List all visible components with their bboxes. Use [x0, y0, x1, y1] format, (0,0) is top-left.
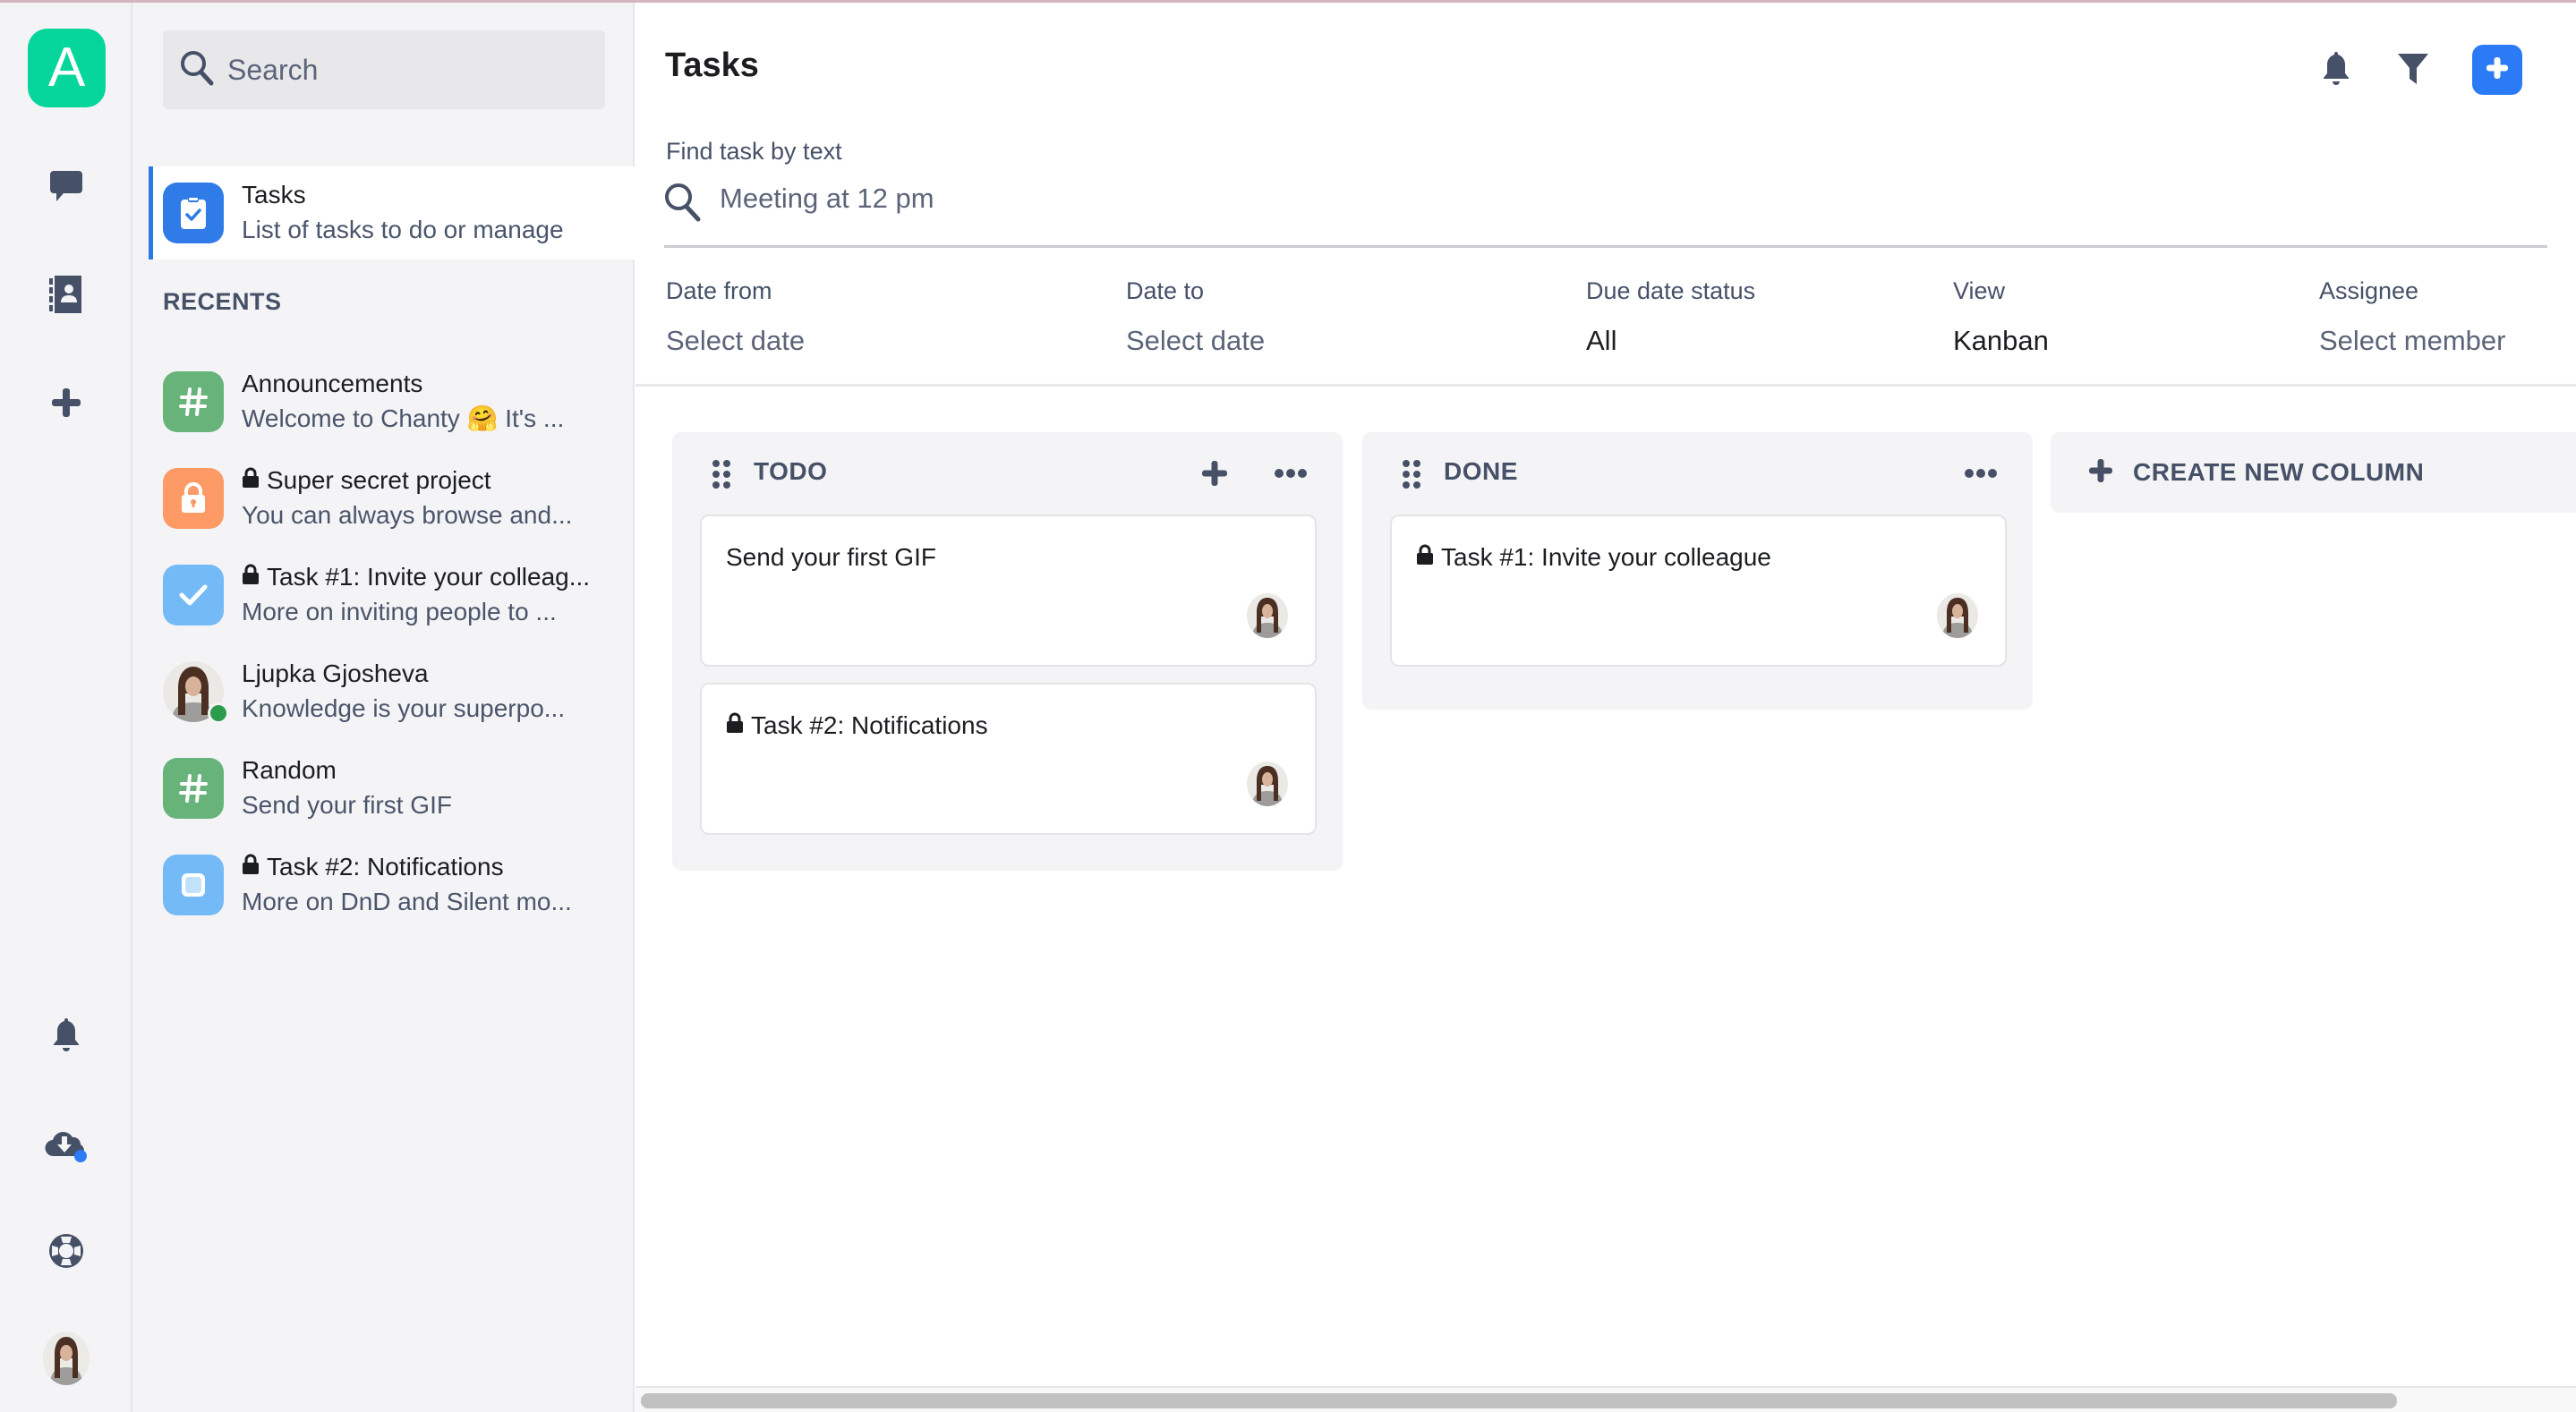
- filter-value[interactable]: Select date: [1126, 325, 1265, 357]
- recent-item-super-secret-project[interactable]: Super secret project You can always brow…: [163, 450, 628, 547]
- recent-title: Ljupka Gjosheva: [242, 659, 429, 687]
- recent-item-ljupka-gjosheva[interactable]: Ljupka Gjosheva Knowledge is your superp…: [163, 643, 628, 740]
- left-rail: A: [0, 0, 132, 1412]
- avatar: [163, 661, 229, 724]
- recent-subtitle: More on inviting people to ...: [242, 598, 557, 625]
- filter-icon[interactable]: [2386, 42, 2440, 96]
- online-status-dot: [208, 702, 229, 724]
- recent-item-task-1[interactable]: Task #1: Invite your colleag... More on …: [163, 547, 628, 643]
- assignee-avatar: [1247, 761, 1288, 806]
- lock-icon: [163, 468, 224, 529]
- task-card-title: Send your first GIF: [726, 543, 936, 571]
- hash-icon: [163, 758, 224, 819]
- workspace-logo[interactable]: A: [28, 29, 106, 107]
- recent-title: Announcements: [242, 370, 423, 397]
- recent-item-random[interactable]: Random Send your first GIF: [163, 740, 628, 837]
- filter-label: Date to: [1126, 277, 1205, 304]
- find-task-label: Find task by text: [666, 138, 842, 165]
- recents-heading: RECENTS: [163, 288, 282, 315]
- sidebar-item-subtitle: List of tasks to do or manage: [242, 216, 564, 243]
- task-card[interactable]: Task #1: Invite your colleague: [1390, 515, 2007, 667]
- profile-avatar[interactable]: [43, 1331, 90, 1385]
- add-icon[interactable]: [39, 376, 93, 430]
- horizontal-scrollbar[interactable]: [635, 1386, 2576, 1412]
- task-card[interactable]: Send your first GIF: [700, 515, 1317, 667]
- lifebuoy-icon[interactable]: [39, 1224, 93, 1278]
- filters-bar: Date from Select date Date to Select dat…: [635, 277, 2576, 387]
- filter-label: Due date status: [1586, 277, 1756, 304]
- find-task-input[interactable]: [720, 183, 1615, 215]
- drag-handle-icon[interactable]: [1402, 459, 1421, 494]
- recent-subtitle: Send your first GIF: [242, 791, 452, 819]
- scrollbar-thumb[interactable]: [641, 1393, 2397, 1408]
- filter-value[interactable]: Kanban: [1953, 325, 2049, 357]
- square-icon: [163, 855, 224, 915]
- sidebar: Tasks List of tasks to do or manage RECE…: [132, 0, 635, 1412]
- recent-title: Super secret project: [267, 466, 491, 494]
- search-icon: [179, 49, 215, 91]
- recents-list: Announcements Welcome to Chanty 🤗 It's .…: [163, 353, 628, 933]
- kanban-column-done: DONE Task #1: Invite your colleague: [1362, 432, 2033, 710]
- task-card[interactable]: Task #2: Notifications: [700, 683, 1317, 835]
- recent-item-task-2[interactable]: Task #2: Notifications More on DnD and S…: [163, 837, 628, 933]
- recent-subtitle: Knowledge is your superpo...: [242, 694, 566, 722]
- sidebar-item-tasks[interactable]: Tasks List of tasks to do or manage: [149, 166, 635, 259]
- create-new-column-label: CREATE NEW COLUMN: [2133, 458, 2425, 486]
- search-input[interactable]: [227, 53, 567, 87]
- recent-title: Task #2: Notifications: [267, 853, 504, 880]
- column-title: DONE: [1444, 457, 1518, 485]
- filter-value[interactable]: Select date: [666, 325, 805, 357]
- cloud-download-icon[interactable]: [39, 1119, 93, 1172]
- drag-handle-icon[interactable]: [712, 459, 731, 494]
- column-more-button[interactable]: [1958, 455, 2003, 491]
- plus-icon: [2485, 55, 2510, 85]
- filter-value[interactable]: All: [1586, 325, 1755, 357]
- kanban-column-todo: TODO Send your first GIF Task #2: Notifi…: [672, 432, 1343, 871]
- plus-icon: [2088, 458, 2113, 488]
- filter-value[interactable]: Select member: [2319, 325, 2505, 357]
- lock-icon: [1416, 543, 1434, 572]
- task-card-title: Task #2: Notifications: [751, 711, 988, 739]
- column-more-button[interactable]: [1268, 455, 1313, 491]
- page-title: Tasks: [665, 47, 759, 84]
- filter-label: View: [1953, 277, 2006, 304]
- add-task-button[interactable]: [2472, 45, 2522, 95]
- filter-view[interactable]: View Kanban: [1953, 277, 2049, 357]
- lock-icon: [242, 850, 260, 884]
- filter-label: Assignee: [2319, 277, 2419, 304]
- recent-title: Random: [242, 756, 337, 784]
- contacts-icon[interactable]: [39, 268, 93, 322]
- lock-icon: [242, 560, 260, 594]
- lock-icon: [726, 711, 744, 740]
- bell-icon[interactable]: [2309, 42, 2363, 96]
- bell-icon[interactable]: [39, 1008, 93, 1062]
- filter-assignee[interactable]: Assignee Select member: [2319, 277, 2505, 357]
- assignee-avatar: [1247, 593, 1288, 638]
- hash-icon: [163, 371, 224, 432]
- recent-item-announcements[interactable]: Announcements Welcome to Chanty 🤗 It's .…: [163, 353, 628, 450]
- search-icon: [664, 179, 702, 226]
- task-card-title: Task #1: Invite your colleague: [1441, 543, 1771, 571]
- main-panel: Tasks Find task by text Date from Select…: [635, 0, 2576, 1412]
- chat-icon[interactable]: [39, 159, 93, 213]
- lock-icon: [242, 464, 260, 498]
- recent-subtitle: You can always browse and...: [242, 501, 573, 529]
- find-task-field[interactable]: [664, 179, 2547, 248]
- window-top-border: [0, 0, 2576, 3]
- create-new-column-button[interactable]: CREATE NEW COLUMN: [2051, 432, 2576, 513]
- filter-due-date-status[interactable]: Due date status All: [1586, 277, 1755, 357]
- clipboard-check-icon: [163, 183, 224, 243]
- sidebar-search[interactable]: [163, 30, 605, 109]
- recent-subtitle: More on DnD and Silent mo...: [242, 888, 572, 915]
- recent-subtitle: Welcome to Chanty 🤗 It's ...: [242, 404, 565, 432]
- column-title: TODO: [754, 457, 828, 485]
- assignee-avatar: [1937, 593, 1978, 638]
- sidebar-item-title: Tasks: [242, 181, 306, 208]
- recent-title: Task #1: Invite your colleag...: [267, 563, 591, 591]
- add-card-button[interactable]: [1197, 455, 1233, 491]
- filter-date-from[interactable]: Date from Select date: [666, 277, 805, 357]
- filter-date-to[interactable]: Date to Select date: [1126, 277, 1265, 357]
- filter-label: Date from: [666, 277, 772, 304]
- check-icon: [163, 565, 224, 625]
